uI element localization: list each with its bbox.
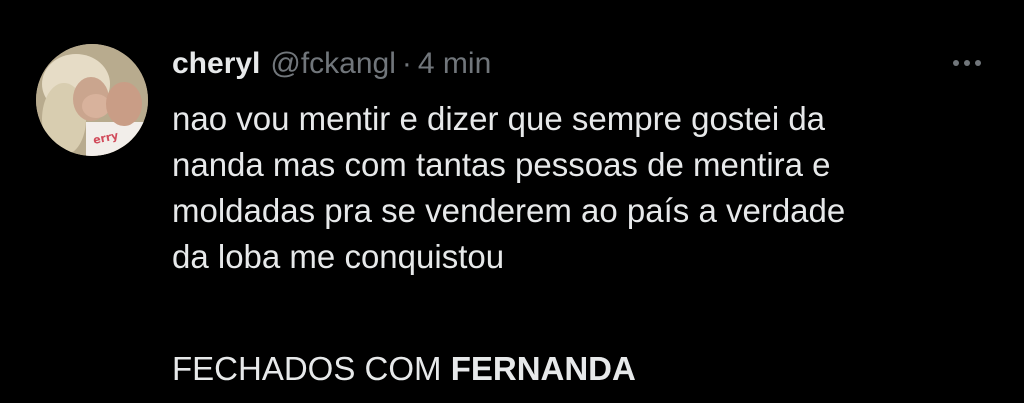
display-name[interactable]: cheryl [172,47,260,81]
more-dot [975,60,981,66]
user-handle[interactable]: @fckangl [270,47,396,81]
avatar[interactable]: erry [36,44,148,156]
avatar-image: erry [36,44,148,156]
more-dot [953,60,959,66]
tweet-closing-line: FECHADOS COM FERNANDA [172,346,636,392]
tweet-text-line: nanda mas com tantas pessoas de mentira … [172,146,831,183]
tweet-text-line: da loba me conquistou [172,238,505,275]
tweet: erry cheryl @fckangl · 4 min nao vou men… [0,0,1024,403]
tweet-header: cheryl @fckangl · 4 min [172,44,491,84]
more-horizontal-icon[interactable] [944,52,990,74]
timestamp[interactable]: 4 min [418,47,491,81]
closing-bold-text: FERNANDA [450,350,636,387]
more-dot [964,60,970,66]
tweet-text-line: nao vou mentir e dizer que sempre gostei… [172,100,826,137]
separator-dot: · [401,47,412,80]
closing-text: FECHADOS COM [172,350,442,387]
tweet-text-line: moldadas pra se venderem ao país a verda… [172,192,846,229]
tweet-text: nao vou mentir e dizer que sempre gostei… [172,96,992,280]
